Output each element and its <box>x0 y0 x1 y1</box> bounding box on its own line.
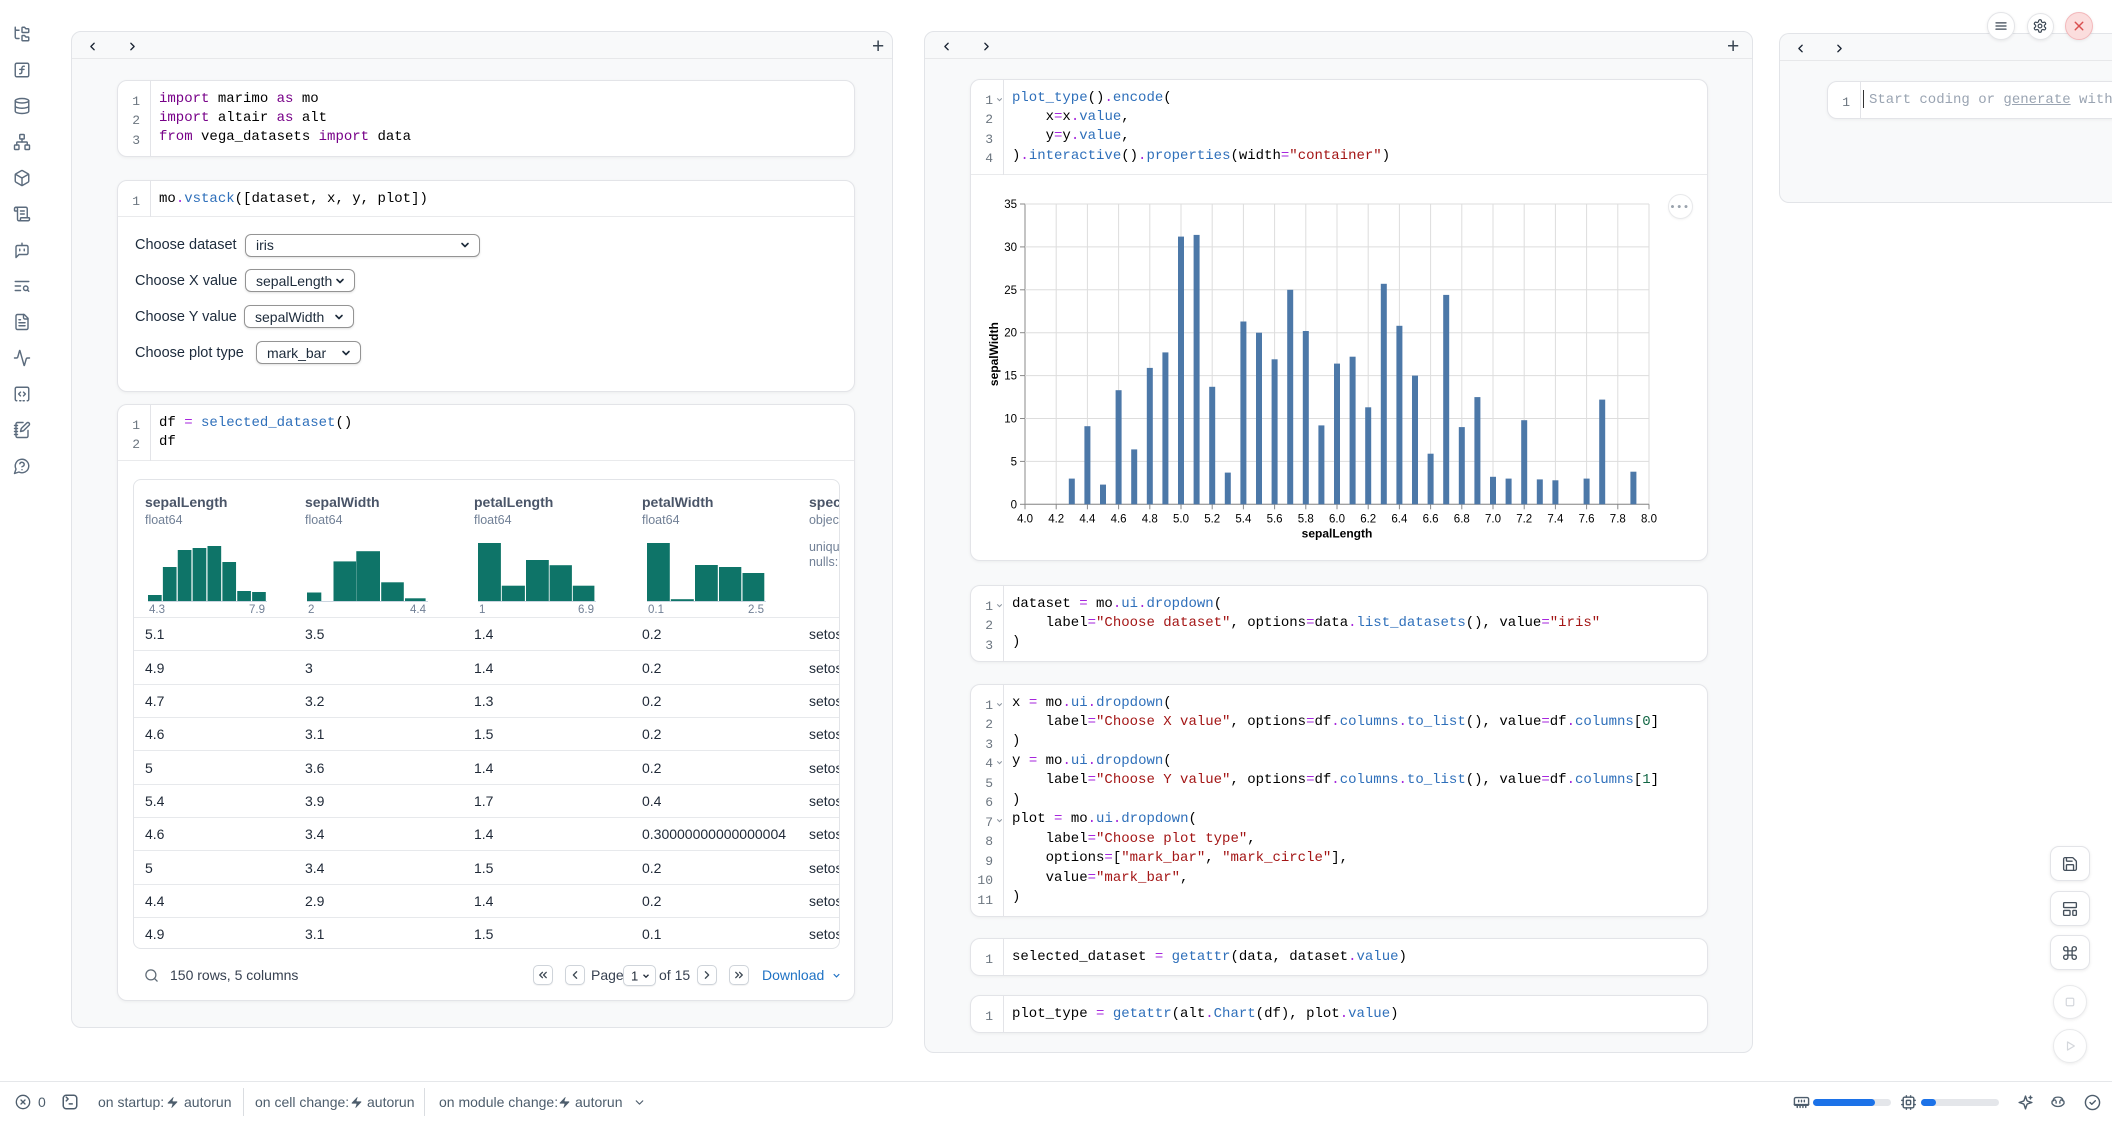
svg-text:5: 5 <box>1011 456 1017 468</box>
svg-text:35: 35 <box>1004 199 1017 211</box>
svg-text:4.6: 4.6 <box>1111 513 1127 525</box>
svg-text:7.6: 7.6 <box>1579 513 1595 525</box>
svg-text:4.0: 4.0 <box>1017 513 1033 525</box>
svg-text:0: 0 <box>1011 499 1017 511</box>
svg-text:4.8: 4.8 <box>1142 513 1158 525</box>
svg-text:6.8: 6.8 <box>1454 513 1470 525</box>
svg-text:8.0: 8.0 <box>1641 513 1657 525</box>
svg-text:5.8: 5.8 <box>1298 513 1314 525</box>
svg-text:sepalWidth: sepalWidth <box>987 322 1001 386</box>
svg-text:5.2: 5.2 <box>1204 513 1220 525</box>
svg-text:15: 15 <box>1004 371 1017 383</box>
svg-text:7.4: 7.4 <box>1547 513 1564 525</box>
svg-text:6.4: 6.4 <box>1391 513 1408 525</box>
svg-text:7.8: 7.8 <box>1610 513 1626 525</box>
svg-text:6.0: 6.0 <box>1329 513 1345 525</box>
svg-text:10: 10 <box>1004 414 1017 426</box>
svg-text:7.0: 7.0 <box>1485 513 1501 525</box>
svg-text:30: 30 <box>1004 242 1017 254</box>
svg-text:20: 20 <box>1004 328 1017 340</box>
svg-text:7.2: 7.2 <box>1516 513 1532 525</box>
svg-text:25: 25 <box>1004 285 1017 297</box>
svg-text:5.6: 5.6 <box>1267 513 1283 525</box>
svg-text:6.2: 6.2 <box>1360 513 1376 525</box>
svg-text:6.6: 6.6 <box>1423 513 1439 525</box>
svg-text:5.4: 5.4 <box>1235 513 1252 525</box>
svg-text:4.4: 4.4 <box>1079 513 1096 525</box>
svg-text:sepalLength: sepalLength <box>1302 526 1373 540</box>
svg-text:5.0: 5.0 <box>1173 513 1189 525</box>
svg-text:4.2: 4.2 <box>1048 513 1064 525</box>
